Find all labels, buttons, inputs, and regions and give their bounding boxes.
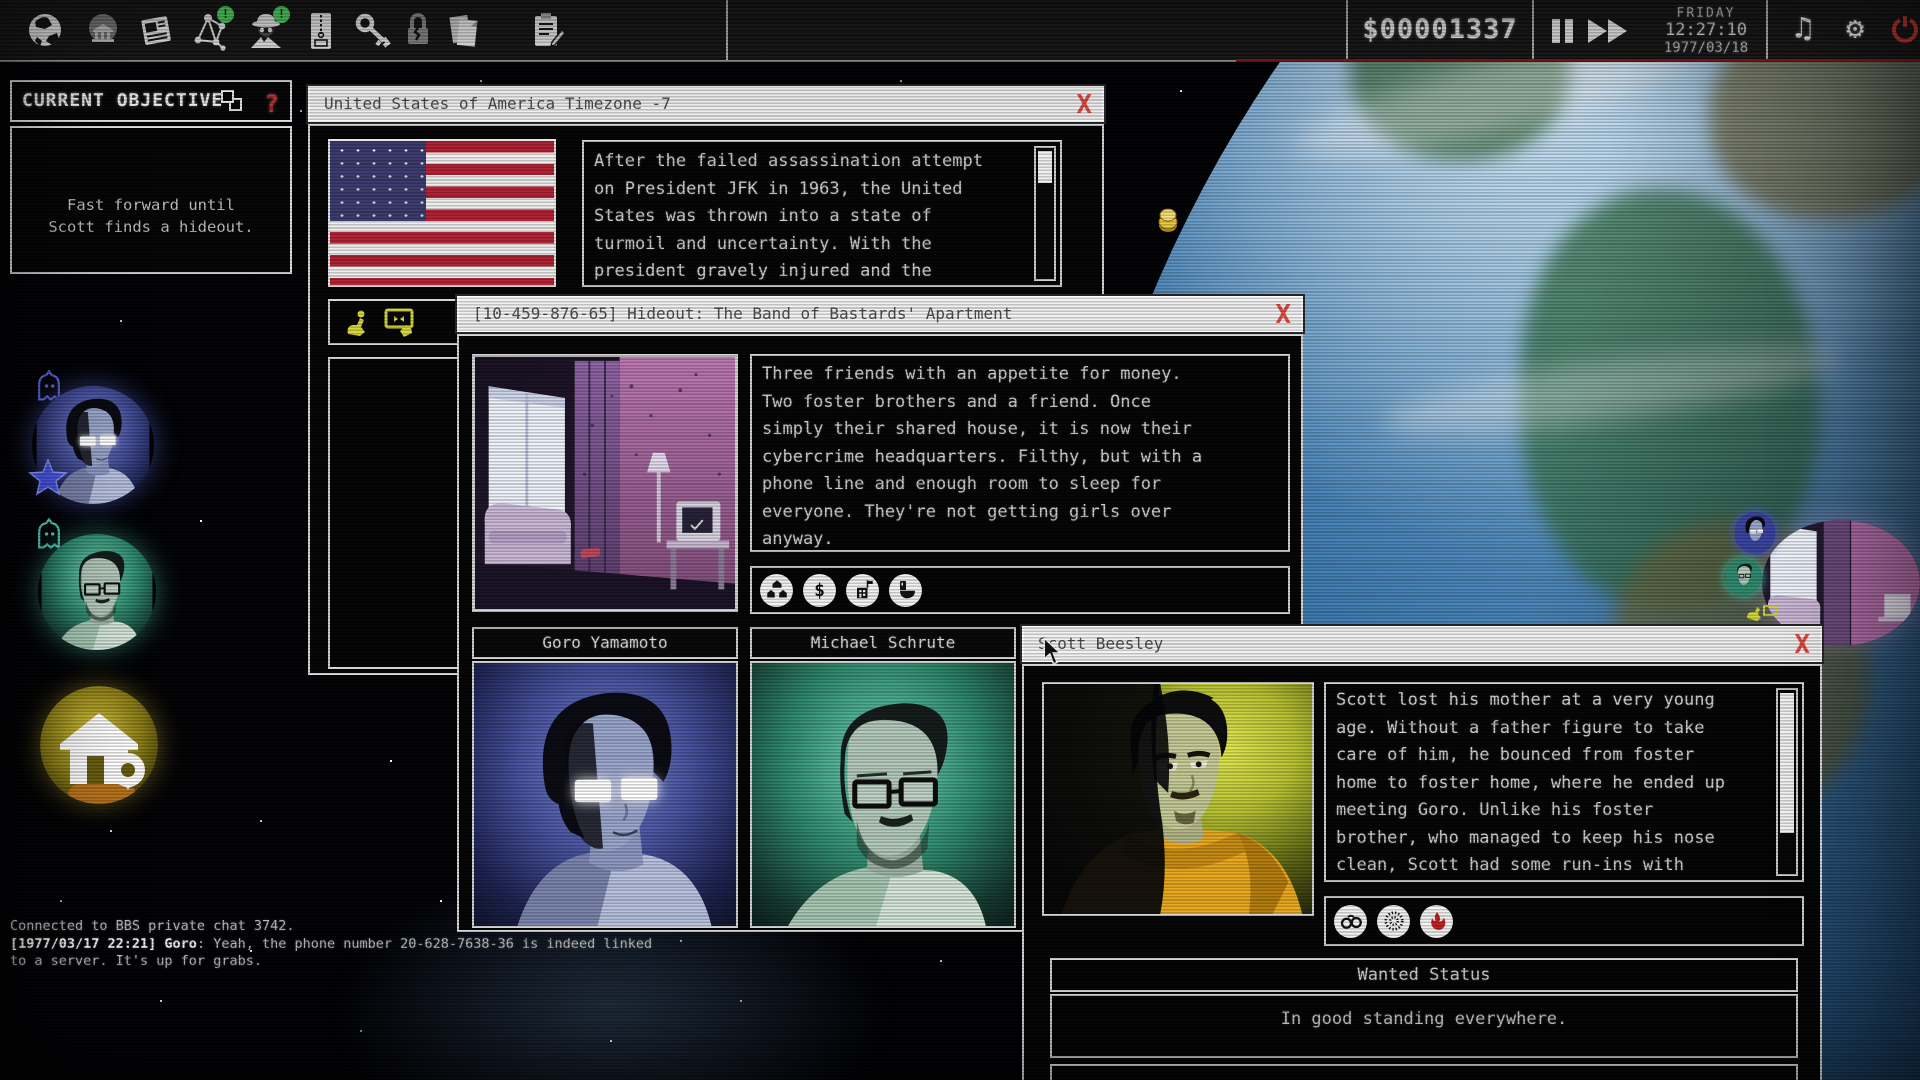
music-icon[interactable]: ♫ [1794, 8, 1812, 50]
server-activity-icon [382, 307, 420, 339]
country-scrollbar[interactable] [1034, 146, 1056, 281]
network-icon[interactable]: ! [190, 10, 230, 52]
target-icon [1377, 905, 1410, 938]
city-icon[interactable] [84, 10, 124, 52]
person-portrait-scott [1042, 682, 1314, 916]
clock-time: 12:27:10 [1648, 21, 1764, 40]
coin-icon[interactable] [1156, 206, 1180, 234]
wanted-status-header: Wanted Status [1050, 958, 1798, 992]
hideout-description-box: Three friends with an appetite for money… [750, 354, 1290, 552]
member-portrait-goro[interactable] [472, 661, 738, 928]
person-window-titlebar[interactable]: Scott Beesley X [1022, 626, 1822, 662]
hideout-window-titlebar[interactable]: [10-459-876-65] Hideout: The Band of Bas… [457, 296, 1303, 332]
power-icon[interactable] [1890, 14, 1920, 56]
clock-day: FRIDAY [1648, 6, 1764, 21]
pause-button[interactable] [1552, 19, 1560, 43]
top-toolbar: ! ! [0, 0, 1920, 62]
houses-icon [760, 574, 793, 607]
member-name-plate: Michael Schrute [750, 627, 1016, 659]
hacker-icon[interactable]: ! [246, 10, 286, 52]
person-window-body: Scott lost his mother at a very young ag… [1022, 664, 1822, 1080]
clock-date: 1977/03/18 [1648, 40, 1764, 57]
building-flag-icon [846, 574, 879, 607]
hideout-tags-box: $ [750, 566, 1290, 614]
fast-forward-icon-2[interactable] [1608, 19, 1627, 43]
scroll-thumb[interactable] [1780, 693, 1794, 833]
ghost-icon-michael [34, 518, 64, 550]
objective-text: Fast forward until Scott finds a hideout… [42, 194, 260, 238]
member-portrait-michael[interactable] [750, 661, 1016, 928]
mouse-cursor [1042, 638, 1066, 666]
close-icon[interactable]: X [1275, 299, 1291, 331]
world-icon[interactable] [26, 10, 66, 52]
person-bio-scrollbar[interactable] [1776, 688, 1798, 876]
country-window-titlebar[interactable]: United States of America Timezone -7 X [308, 86, 1104, 122]
hideout-photo [472, 354, 738, 612]
person-bio-box: Scott lost his mother at a very young ag… [1324, 682, 1804, 882]
toolbar-underline [1236, 59, 1920, 62]
key-icon[interactable] [352, 10, 392, 52]
game-clock: FRIDAY 12:27:10 1977/03/18 [1648, 6, 1764, 57]
close-icon[interactable]: X [1794, 629, 1810, 661]
scroll-thumb[interactable] [1038, 151, 1052, 183]
hideout-found-icon[interactable] [40, 686, 158, 804]
chat-line: Connected to BBS private chat 3742. [10, 918, 690, 936]
game-screen: CURRENT OBJECTIVE ? Fast forward until S… [0, 0, 1920, 1080]
popout-icon-2[interactable] [221, 90, 234, 103]
flag-canton [330, 141, 426, 221]
chat-log: Connected to BBS private chat 3742. [197… [10, 918, 690, 971]
objective-panel: Fast forward until Scott finds a hideout… [10, 126, 292, 274]
money-counter: $00001337 [1346, 0, 1534, 60]
close-icon[interactable]: X [1076, 89, 1092, 121]
help-icon[interactable]: ? [265, 86, 280, 123]
toolbar-separator [726, 0, 728, 60]
country-window-title: United States of America Timezone -7 [324, 94, 671, 113]
objective-title: CURRENT OBJECTIVE [22, 90, 223, 111]
fast-forward-icon[interactable] [1588, 19, 1607, 43]
map-avatar-michael[interactable] [1724, 558, 1762, 596]
map-activity-icon [1744, 602, 1778, 622]
gear-icon[interactable]: ⚙ [1846, 8, 1864, 50]
toilet-icon [889, 574, 922, 607]
objective-header: CURRENT OBJECTIVE ? [10, 80, 292, 122]
person-bio: Scott lost his mother at a very young ag… [1326, 684, 1730, 876]
wanted-status-box: In good standing everywhere. [1050, 994, 1798, 1058]
dollar-icon: $ [803, 574, 836, 607]
handcuffs-icon [1334, 905, 1367, 938]
flame-icon [1420, 905, 1453, 938]
notification-badge: ! [217, 6, 234, 23]
usa-flag [328, 139, 556, 287]
chat-message-author: [1977/03/17 22:21] Goro [10, 936, 197, 952]
chat-message: [1977/03/17 22:21] Goro: Yeah, the phone… [10, 936, 672, 971]
toolbar-separator [1766, 0, 1768, 60]
hideout-description: Three friends with an appetite for money… [752, 356, 1214, 554]
hacker-activity-icon [342, 308, 376, 338]
copy-icon[interactable] [444, 10, 484, 52]
pause-button-bar2[interactable] [1565, 19, 1573, 43]
lockpick-icon[interactable] [400, 10, 440, 52]
dossier-icon[interactable] [302, 10, 342, 52]
member-name-plate: Goro Yamamoto [472, 627, 738, 659]
star-icon [28, 458, 68, 498]
map-avatar-goro[interactable] [1734, 512, 1776, 554]
notes-icon[interactable] [528, 10, 568, 52]
person-extra-box [1050, 1064, 1798, 1080]
country-description-box: After the failed assassination attempt o… [582, 140, 1062, 287]
wanted-status-text: In good standing everywhere. [1281, 1006, 1568, 1033]
sidebar-avatar-michael[interactable] [38, 534, 156, 650]
hideout-window-title: [10-459-876-65] Hideout: The Band of Bas… [473, 304, 1012, 323]
country-description: After the failed assassination attempt o… [584, 142, 992, 286]
newspaper-icon[interactable] [136, 10, 176, 52]
person-tags-box [1324, 896, 1804, 946]
notification-badge: ! [273, 6, 290, 23]
